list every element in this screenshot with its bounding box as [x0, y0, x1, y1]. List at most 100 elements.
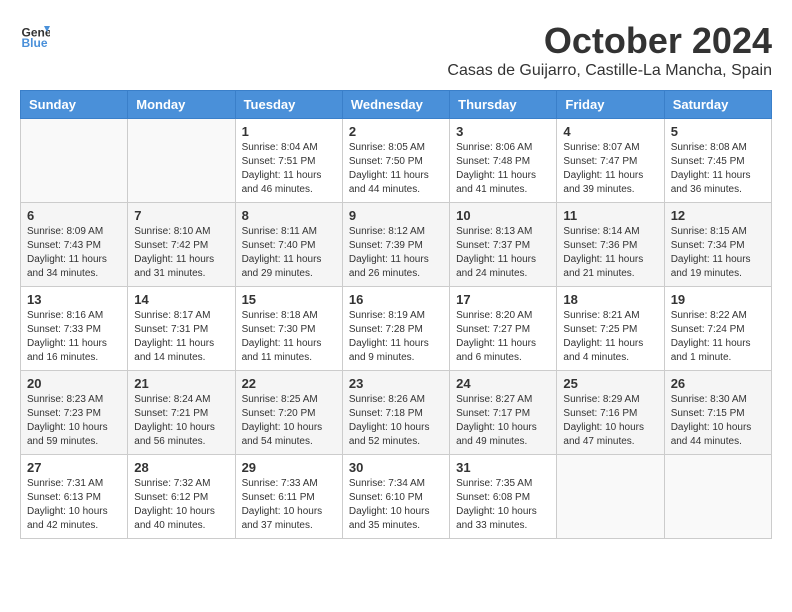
- calendar-cell: 1 Sunrise: 8:04 AM Sunset: 7:51 PM Daylig…: [235, 119, 342, 203]
- day-number: 25: [563, 376, 657, 391]
- calendar-cell: 13 Sunrise: 8:16 AM Sunset: 7:33 PM Dayli…: [21, 287, 128, 371]
- day-number: 20: [27, 376, 121, 391]
- weekday-header-saturday: Saturday: [664, 91, 771, 119]
- day-number: 15: [242, 292, 336, 307]
- calendar-week-row: 13 Sunrise: 8:16 AM Sunset: 7:33 PM Dayli…: [21, 287, 772, 371]
- calendar-cell: [557, 455, 664, 539]
- day-detail: Sunrise: 8:24 AM Sunset: 7:21 PM Dayligh…: [134, 393, 228, 449]
- day-number: 27: [27, 460, 121, 475]
- day-number: 14: [134, 292, 228, 307]
- calendar-cell: 20 Sunrise: 8:23 AM Sunset: 7:23 PM Dayli…: [21, 371, 128, 455]
- day-number: 29: [242, 460, 336, 475]
- calendar-cell: 19Sunrise: 8:22 AM Sunset: 7:24 PM Dayli…: [664, 287, 771, 371]
- month-year-title: October 2024: [447, 20, 772, 62]
- calendar-cell: 26Sunrise: 8:30 AM Sunset: 7:15 PM Dayli…: [664, 371, 771, 455]
- day-detail: Sunrise: 8:29 AM Sunset: 7:16 PM Dayligh…: [563, 393, 657, 449]
- day-number: 24: [456, 376, 550, 391]
- day-number: 16: [349, 292, 443, 307]
- weekday-header-wednesday: Wednesday: [342, 91, 449, 119]
- day-detail: Sunrise: 8:23 AM Sunset: 7:23 PM Dayligh…: [27, 393, 121, 449]
- day-number: 12: [671, 208, 765, 223]
- day-number: 23: [349, 376, 443, 391]
- day-number: 9: [349, 208, 443, 223]
- day-detail: Sunrise: 7:33 AM Sunset: 6:11 PM Dayligh…: [242, 477, 336, 533]
- day-number: 22: [242, 376, 336, 391]
- day-number: 4: [563, 124, 657, 139]
- day-detail: Sunrise: 8:20 AM Sunset: 7:27 PM Dayligh…: [456, 309, 550, 365]
- calendar-cell: 15 Sunrise: 8:18 AM Sunset: 7:30 PM Dayli…: [235, 287, 342, 371]
- calendar-cell: 31 Sunrise: 7:35 AM Sunset: 6:08 PM Dayli…: [450, 455, 557, 539]
- calendar-cell: 28Sunrise: 7:32 AM Sunset: 6:12 PM Dayli…: [128, 455, 235, 539]
- calendar-cell: 14 Sunrise: 8:17 AM Sunset: 7:31 PM Dayli…: [128, 287, 235, 371]
- day-number: 18: [563, 292, 657, 307]
- calendar-week-row: 6Sunrise: 8:09 AM Sunset: 7:43 PM Daylig…: [21, 203, 772, 287]
- location-subtitle: Casas de Guijarro, Castille-La Mancha, S…: [447, 62, 772, 80]
- calendar-cell: 2Sunrise: 8:05 AM Sunset: 7:50 PM Daylig…: [342, 119, 449, 203]
- day-detail: Sunrise: 8:25 AM Sunset: 7:20 PM Dayligh…: [242, 393, 336, 449]
- day-number: 30: [349, 460, 443, 475]
- day-detail: Sunrise: 8:09 AM Sunset: 7:43 PM Dayligh…: [27, 225, 121, 281]
- calendar-cell: [128, 119, 235, 203]
- calendar-cell: 18 Sunrise: 8:21 AM Sunset: 7:25 PM Dayli…: [557, 287, 664, 371]
- calendar-cell: 22 Sunrise: 8:25 AM Sunset: 7:20 PM Dayli…: [235, 371, 342, 455]
- day-detail: Sunrise: 8:06 AM Sunset: 7:48 PM Dayligh…: [456, 141, 550, 197]
- day-detail: Sunrise: 8:04 AM Sunset: 7:51 PM Dayligh…: [242, 141, 336, 197]
- weekday-header-tuesday: Tuesday: [235, 91, 342, 119]
- calendar-cell: 16Sunrise: 8:19 AM Sunset: 7:28 PM Dayli…: [342, 287, 449, 371]
- day-number: 13: [27, 292, 121, 307]
- day-detail: Sunrise: 8:27 AM Sunset: 7:17 PM Dayligh…: [456, 393, 550, 449]
- day-number: 2: [349, 124, 443, 139]
- calendar-cell: 11 Sunrise: 8:14 AM Sunset: 7:36 PM Dayli…: [557, 203, 664, 287]
- calendar-cell: 29 Sunrise: 7:33 AM Sunset: 6:11 PM Dayli…: [235, 455, 342, 539]
- calendar-cell: 8 Sunrise: 8:11 AM Sunset: 7:40 PM Daylig…: [235, 203, 342, 287]
- day-detail: Sunrise: 8:10 AM Sunset: 7:42 PM Dayligh…: [134, 225, 228, 281]
- calendar-cell: 4 Sunrise: 8:07 AM Sunset: 7:47 PM Daylig…: [557, 119, 664, 203]
- calendar-cell: 21Sunrise: 8:24 AM Sunset: 7:21 PM Dayli…: [128, 371, 235, 455]
- calendar-cell: [664, 455, 771, 539]
- day-number: 5: [671, 124, 765, 139]
- day-number: 19: [671, 292, 765, 307]
- calendar-cell: 17 Sunrise: 8:20 AM Sunset: 7:27 PM Dayli…: [450, 287, 557, 371]
- weekday-header-thursday: Thursday: [450, 91, 557, 119]
- day-number: 11: [563, 208, 657, 223]
- day-detail: Sunrise: 7:35 AM Sunset: 6:08 PM Dayligh…: [456, 477, 550, 533]
- day-detail: Sunrise: 8:16 AM Sunset: 7:33 PM Dayligh…: [27, 309, 121, 365]
- title-block: October 2024 Casas de Guijarro, Castille…: [447, 20, 772, 80]
- calendar-cell: [21, 119, 128, 203]
- day-detail: Sunrise: 8:21 AM Sunset: 7:25 PM Dayligh…: [563, 309, 657, 365]
- calendar-cell: 9 Sunrise: 8:12 AM Sunset: 7:39 PM Daylig…: [342, 203, 449, 287]
- weekday-header-friday: Friday: [557, 91, 664, 119]
- page-header: General Blue October 2024 Casas de Guija…: [20, 20, 772, 80]
- logo: General Blue: [20, 20, 50, 50]
- calendar-cell: 6Sunrise: 8:09 AM Sunset: 7:43 PM Daylig…: [21, 203, 128, 287]
- day-detail: Sunrise: 7:31 AM Sunset: 6:13 PM Dayligh…: [27, 477, 121, 533]
- calendar-cell: 12 Sunrise: 8:15 AM Sunset: 7:34 PM Dayli…: [664, 203, 771, 287]
- day-detail: Sunrise: 8:18 AM Sunset: 7:30 PM Dayligh…: [242, 309, 336, 365]
- day-number: 17: [456, 292, 550, 307]
- day-detail: Sunrise: 8:12 AM Sunset: 7:39 PM Dayligh…: [349, 225, 443, 281]
- day-number: 8: [242, 208, 336, 223]
- day-detail: Sunrise: 8:14 AM Sunset: 7:36 PM Dayligh…: [563, 225, 657, 281]
- calendar-week-row: 1 Sunrise: 8:04 AM Sunset: 7:51 PM Daylig…: [21, 119, 772, 203]
- day-number: 7: [134, 208, 228, 223]
- day-detail: Sunrise: 8:17 AM Sunset: 7:31 PM Dayligh…: [134, 309, 228, 365]
- day-number: 1: [242, 124, 336, 139]
- calendar-cell: 27 Sunrise: 7:31 AM Sunset: 6:13 PM Dayli…: [21, 455, 128, 539]
- svg-text:Blue: Blue: [22, 36, 48, 50]
- calendar-cell: 25 Sunrise: 8:29 AM Sunset: 7:16 PM Dayli…: [557, 371, 664, 455]
- weekday-header-monday: Monday: [128, 91, 235, 119]
- day-detail: Sunrise: 8:15 AM Sunset: 7:34 PM Dayligh…: [671, 225, 765, 281]
- day-detail: Sunrise: 8:07 AM Sunset: 7:47 PM Dayligh…: [563, 141, 657, 197]
- day-detail: Sunrise: 8:08 AM Sunset: 7:45 PM Dayligh…: [671, 141, 765, 197]
- day-detail: Sunrise: 8:30 AM Sunset: 7:15 PM Dayligh…: [671, 393, 765, 449]
- calendar-cell: 30Sunrise: 7:34 AM Sunset: 6:10 PM Dayli…: [342, 455, 449, 539]
- day-detail: Sunrise: 8:11 AM Sunset: 7:40 PM Dayligh…: [242, 225, 336, 281]
- calendar-cell: 23Sunrise: 8:26 AM Sunset: 7:18 PM Dayli…: [342, 371, 449, 455]
- day-number: 31: [456, 460, 550, 475]
- weekday-header-sunday: Sunday: [21, 91, 128, 119]
- day-number: 3: [456, 124, 550, 139]
- calendar-cell: 7 Sunrise: 8:10 AM Sunset: 7:42 PM Daylig…: [128, 203, 235, 287]
- calendar-cell: 10Sunrise: 8:13 AM Sunset: 7:37 PM Dayli…: [450, 203, 557, 287]
- calendar-week-row: 20 Sunrise: 8:23 AM Sunset: 7:23 PM Dayli…: [21, 371, 772, 455]
- day-detail: Sunrise: 7:32 AM Sunset: 6:12 PM Dayligh…: [134, 477, 228, 533]
